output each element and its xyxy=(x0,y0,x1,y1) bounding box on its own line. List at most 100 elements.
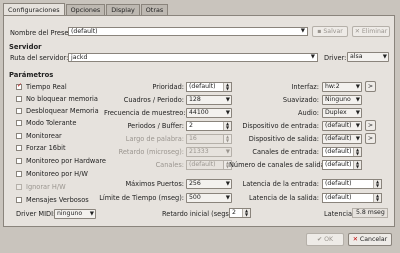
cancel-icon: ✕ xyxy=(352,236,358,243)
unlock-memory-label: Desbloquear Memoria xyxy=(26,107,99,115)
chevron-down-icon: ▼ xyxy=(225,181,230,187)
no-memlock-label: No bloquear memoria xyxy=(26,95,98,103)
chevron-right-icon: > xyxy=(367,122,374,129)
preset-label: Nombre del Preset: xyxy=(10,29,74,37)
interface-label: Interfaz: xyxy=(291,83,319,91)
input-latency-spin[interactable]: (default) ▲ ▼ xyxy=(322,179,382,189)
verbose-checkbox[interactable] xyxy=(16,197,22,203)
midi-driver-value: ninguno xyxy=(57,210,83,217)
timeout-value: 500 xyxy=(189,194,201,201)
realtime-checkbox[interactable] xyxy=(16,82,22,90)
midi-driver-select[interactable]: ninguno ▼ xyxy=(54,209,96,219)
ignore-hw-checkbox[interactable] xyxy=(16,184,22,190)
dither-select[interactable]: Ninguno ▼ xyxy=(322,95,362,105)
interface-select[interactable]: hw:2 ▼ xyxy=(322,82,362,92)
chevron-down-icon: ▼ xyxy=(355,136,360,142)
start-delay-spin[interactable]: 2 ▲ ▼ xyxy=(229,208,251,218)
frames-select[interactable]: 128 ▼ xyxy=(186,95,232,105)
jack-setup-window: Configuraciones Opciones Display Otras N… xyxy=(0,0,400,253)
realtime-label: Tiempo Real xyxy=(26,83,67,91)
priority-spin[interactable]: (default) ▲ ▼ xyxy=(186,82,232,92)
output-device-browse-button[interactable]: > xyxy=(365,133,376,144)
input-latency-label: Latencia de la entrada: xyxy=(242,180,319,188)
force16bit-checkbox[interactable] xyxy=(16,145,22,151)
output-channels-value: (default) xyxy=(325,161,352,168)
latency-label: Latencia: xyxy=(324,210,355,218)
word-length-label: Largo de palabra: xyxy=(125,135,184,143)
chevron-down-icon: ▼ xyxy=(355,97,360,103)
wait-label: Retardo (microseg): xyxy=(118,148,184,156)
ok-button[interactable]: ✔ OK xyxy=(306,233,344,246)
hw-meter-checkbox[interactable] xyxy=(16,171,22,177)
interface-browse-button[interactable]: > xyxy=(365,81,376,92)
chevron-down-icon: ▼ xyxy=(355,123,360,129)
delete-label: Eliminar xyxy=(361,28,388,35)
output-device-label: Dispositivo de salida: xyxy=(248,135,319,143)
max-ports-value: 256 xyxy=(189,180,201,187)
save-label: Salvar xyxy=(323,28,343,35)
timeout-select[interactable]: 500 ▼ xyxy=(186,193,232,203)
input-device-browse-button[interactable]: > xyxy=(365,120,376,131)
output-latency-label: Latencia de la salida: xyxy=(248,194,319,202)
hw-monitor-checkbox[interactable] xyxy=(16,158,22,164)
audio-select[interactable]: Duplex ▼ xyxy=(322,108,362,118)
server-path-combo[interactable]: jackd ▼ xyxy=(68,53,318,62)
sample-rate-select[interactable]: 44100 ▼ xyxy=(186,108,232,118)
server-path-label: Ruta del servidor: xyxy=(10,54,69,62)
wait-select[interactable]: 21333 ▼ xyxy=(186,147,232,157)
word-length-spin[interactable]: 16 ▲ ▼ xyxy=(186,134,232,144)
channels-value: (default) xyxy=(189,161,216,168)
driver-label: Driver: xyxy=(324,54,347,62)
monitor-label: Monitorear xyxy=(26,132,62,140)
save-button[interactable]: ▪ Salvar xyxy=(312,26,348,37)
dither-value: Ninguno xyxy=(325,96,351,103)
periods-value: 2 xyxy=(189,122,193,129)
chevron-down-icon: ▼ xyxy=(382,54,387,60)
spin-arrows-icon: ▲ ▼ xyxy=(353,148,361,156)
driver-value: alsa xyxy=(350,53,363,60)
spin-arrows-icon: ▲ ▼ xyxy=(223,122,231,130)
spin-arrows-icon: ▲ ▼ xyxy=(223,135,231,143)
ok-label: OK xyxy=(324,236,334,243)
audio-label: Audio: xyxy=(298,109,319,117)
output-channels-spin[interactable]: (default) ▲ ▼ xyxy=(322,160,362,170)
midi-driver-label: Driver MIDI: xyxy=(16,210,56,218)
driver-select[interactable]: alsa ▼ xyxy=(347,52,389,62)
output-latency-spin[interactable]: (default) ▲ ▼ xyxy=(322,193,382,203)
output-channels-label: Número de canales de salida: xyxy=(229,161,327,169)
settings-panel: Nombre del Preset: (default) ▼ ▪ Salvar … xyxy=(3,15,395,227)
soft-mode-label: Modo Tolerante xyxy=(26,119,77,127)
delete-button[interactable]: ✕ Eliminar xyxy=(352,26,390,37)
spin-arrows-icon: ▲ ▼ xyxy=(223,83,231,91)
params-title: Parámetros xyxy=(9,71,54,79)
latency-value: 5.8 mseg xyxy=(352,208,388,218)
soft-mode-checkbox[interactable] xyxy=(16,120,22,126)
max-ports-select[interactable]: 256 ▼ xyxy=(186,179,232,189)
chevron-down-icon: ▼ xyxy=(225,149,230,155)
save-icon: ▪ xyxy=(317,28,322,35)
input-channels-value: (default) xyxy=(325,148,352,155)
start-delay-label: Retardo inicial (segs): xyxy=(162,210,234,218)
frames-value: 128 xyxy=(189,96,201,103)
cancel-button[interactable]: ✕ Cancelar xyxy=(348,233,392,246)
monitor-checkbox[interactable] xyxy=(16,133,22,139)
spin-arrows-icon: ▲ ▼ xyxy=(242,209,250,217)
chevron-down-icon: ▼ xyxy=(225,110,230,116)
preset-combo[interactable]: (default) ▼ xyxy=(68,27,308,36)
unlock-memory-checkbox[interactable] xyxy=(16,108,22,114)
input-channels-spin[interactable]: (default) ▲ ▼ xyxy=(322,147,362,157)
dither-label: Suavizado: xyxy=(282,96,319,104)
chevron-down-icon: ▼ xyxy=(89,211,94,217)
channels-spin[interactable]: (default) ▲ ▼ xyxy=(186,160,232,170)
server-title: Servidor xyxy=(9,43,42,51)
channels-label: Canales: xyxy=(155,161,184,169)
spin-arrows-icon: ▲ ▼ xyxy=(373,180,381,188)
priority-value: (default) xyxy=(189,83,216,90)
output-device-select[interactable]: (default) ▼ xyxy=(322,134,362,144)
input-channels-label: Canales de entrada: xyxy=(252,148,319,156)
no-memlock-checkbox[interactable] xyxy=(16,96,22,102)
input-device-select[interactable]: (default) ▼ xyxy=(322,121,362,131)
wait-value: 21333 xyxy=(189,148,209,155)
sample-rate-value: 44100 xyxy=(189,109,209,116)
periods-spin[interactable]: 2 ▲ ▼ xyxy=(186,121,232,131)
